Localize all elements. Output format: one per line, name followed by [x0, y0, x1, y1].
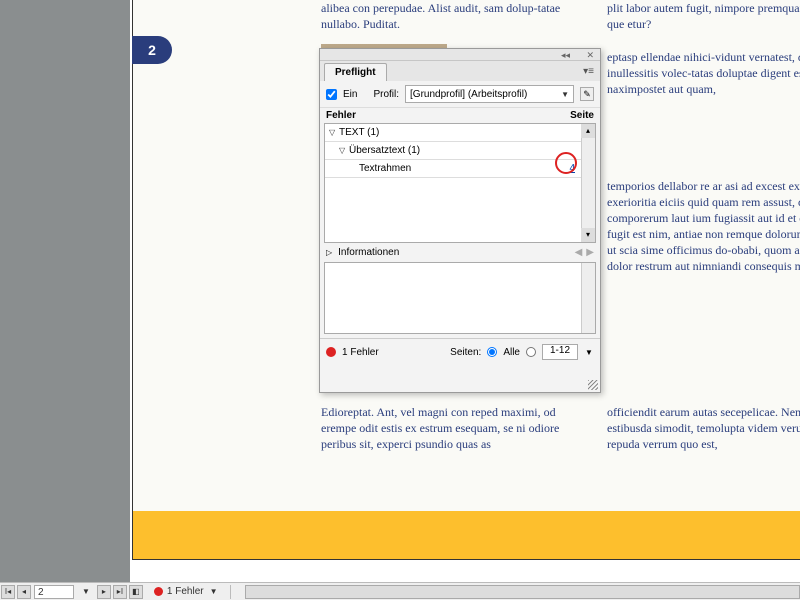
edit-profile-icon[interactable]: ✎ — [580, 87, 594, 101]
first-page-icon[interactable]: I◂ — [1, 585, 15, 599]
error-list[interactable]: ▽ TEXT (1) ▽ Übersatztext (1) Textrahmen… — [324, 123, 596, 243]
chevron-down-icon[interactable]: ▼ — [76, 587, 96, 596]
radio-range[interactable] — [526, 347, 536, 357]
scroll-up-icon[interactable]: ▴ — [581, 124, 595, 138]
tree-label: Übersatztext (1) — [349, 145, 591, 156]
radio-all-pages[interactable] — [487, 347, 497, 357]
body-text: temporios dellabor re ar asi ad excest e… — [607, 178, 800, 274]
pasteboard-margin — [0, 0, 130, 582]
scrollbar[interactable] — [581, 124, 595, 242]
collapse-arrows-icon[interactable]: ◂◂ — [561, 50, 570, 61]
error-count: 1 Fehler — [342, 347, 379, 358]
panel-titlebar[interactable]: ◂◂ ✕ — [320, 49, 600, 61]
info-box — [324, 262, 596, 334]
annotation-circle — [555, 152, 577, 174]
disclosure-triangle-icon[interactable]: ▷ — [326, 248, 332, 257]
error-list-header: Fehler Seite — [320, 108, 600, 123]
close-icon[interactable]: ✕ — [586, 50, 594, 61]
info-header-row[interactable]: ▷ Informationen ◀ ▶ — [320, 243, 600, 262]
body-text: eptasp ellendae nihici-vidunt vernatest,… — [607, 49, 800, 97]
body-text: Edioreptat. Ant, vel magni con reped max… — [321, 404, 591, 452]
enable-label: Ein — [343, 89, 357, 100]
header-fehler: Fehler — [326, 110, 554, 121]
disclosure-triangle-icon[interactable]: ▽ — [339, 146, 349, 155]
error-status-icon — [326, 347, 336, 357]
next-page-icon[interactable]: ▸ — [97, 585, 111, 599]
resize-grip-icon[interactable] — [588, 380, 598, 390]
page-number-badge: 2 — [132, 36, 172, 64]
profile-dropdown[interactable]: [Grundprofil] (Arbeitsprofil) ▼ — [405, 85, 574, 103]
seiten-label: Seiten: — [450, 347, 481, 358]
horizontal-scrollbar[interactable] — [245, 585, 800, 599]
prev-page-icon[interactable]: ◂ — [17, 585, 31, 599]
header-seite: Seite — [554, 110, 594, 121]
tab-preflight[interactable]: Preflight — [324, 63, 387, 81]
profile-label: Profil: — [373, 89, 399, 100]
profile-selected-value: [Grundprofil] (Arbeitsprofil) — [410, 89, 527, 100]
separator — [230, 585, 231, 599]
chevron-down-icon[interactable]: ▼ — [204, 587, 224, 596]
panel-footer: 1 Fehler Seiten: Alle 1-12 ▼ — [320, 338, 600, 365]
chevron-down-icon: ▼ — [561, 90, 569, 99]
disclosure-triangle-icon[interactable]: ▽ — [329, 128, 339, 137]
tree-label: TEXT (1) — [339, 127, 591, 138]
tree-row-overset[interactable]: ▽ Übersatztext (1) — [325, 142, 595, 160]
panel-tab-row: Preflight ▾≡ — [320, 61, 600, 81]
tree-label: Textrahmen — [359, 163, 545, 174]
error-status-icon — [154, 587, 163, 596]
preflight-panel[interactable]: ◂◂ ✕ Preflight ▾≡ Ein Profil: [Grundprof… — [319, 48, 601, 393]
info-label: Informationen — [338, 247, 399, 258]
body-text: officiendit earum autas secepelicae. Nem… — [607, 404, 800, 452]
current-page-field[interactable]: 2 — [34, 585, 74, 599]
page-range-input[interactable]: 1-12 — [542, 344, 578, 360]
scrollbar[interactable] — [581, 263, 595, 333]
statusbar: I◂ ◂ 2 ▼ ▸ ▸I ◧ 1 Fehler ▼ — [0, 582, 800, 600]
profile-row: Ein Profil: [Grundprofil] (Arbeitsprofil… — [320, 81, 600, 108]
body-text: alibea con perepudae. Alist audit, sam d… — [321, 0, 591, 32]
prev-icon[interactable]: ◀ — [575, 247, 583, 258]
tree-row-text[interactable]: ▽ TEXT (1) — [325, 124, 595, 142]
radio-all-label: Alle — [503, 347, 520, 358]
chevron-down-icon[interactable]: ▼ — [584, 348, 594, 357]
info-nav: ◀ ▶ — [575, 247, 594, 258]
enable-checkbox[interactable] — [326, 89, 337, 100]
last-page-icon[interactable]: ▸I — [113, 585, 127, 599]
next-icon[interactable]: ▶ — [586, 247, 594, 258]
yellow-footer-band — [133, 511, 800, 559]
scroll-down-icon[interactable]: ▾ — [581, 228, 595, 242]
open-panel-icon[interactable]: ◧ — [129, 585, 143, 599]
statusbar-error-text[interactable]: 1 Fehler — [167, 586, 204, 597]
body-text: plit labor autem fugit, nimpore premquam… — [607, 0, 800, 32]
panel-menu-icon[interactable]: ▾≡ — [583, 66, 594, 77]
